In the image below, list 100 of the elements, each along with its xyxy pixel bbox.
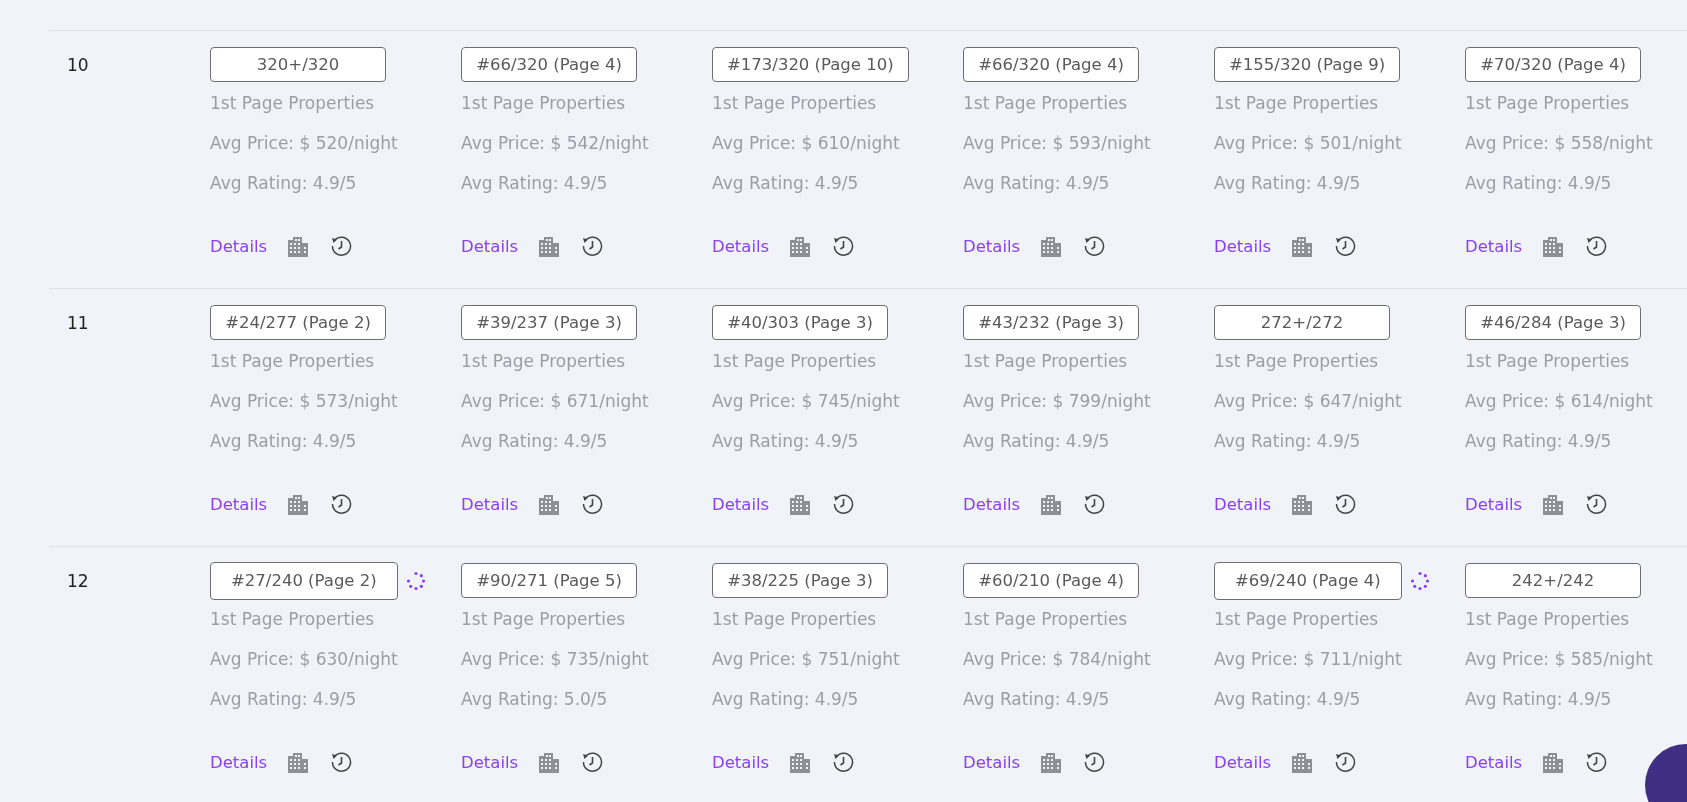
rank-badge: #27/240 (Page 2) [210,561,398,600]
avg-price: Avg Price: $ 520/night [210,132,399,155]
history-icon[interactable] [329,234,354,258]
history-icon[interactable] [1333,492,1358,516]
details-link[interactable]: Details [1465,494,1523,514]
avg-rating: Avg Rating: 4.9/5 [712,430,860,453]
avg-rating: Avg Rating: 4.9/5 [963,430,1111,453]
details-link[interactable]: Details [1214,752,1272,772]
history-icon[interactable] [580,234,605,258]
avg-rating: Avg Rating: 4.9/5 [1214,688,1362,711]
first-page-label: 1st Page Properties [1214,92,1380,115]
rank-badge: #155/320 (Page 9) [1214,47,1401,82]
details-link[interactable]: Details [963,752,1021,772]
avg-price: Avg Price: $ 735/night [461,648,650,671]
rank-badge: #24/277 (Page 2) [210,305,386,340]
rank-badge: #70/320 (Page 4) [1465,47,1641,82]
avg-rating: Avg Rating: 4.9/5 [210,172,358,195]
rank-badge: #43/232 (Page 3) [963,305,1139,340]
first-page-label: 1st Page Properties [210,92,376,115]
first-page-label: 1st Page Properties [461,608,627,631]
rank-badge: #66/320 (Page 4) [461,47,637,82]
avg-rating: Avg Rating: 4.9/5 [1214,172,1362,195]
avg-rating: Avg Rating: 4.9/5 [461,172,609,195]
rank-badge: 242+/242 [1465,563,1641,598]
avg-price: Avg Price: $ 630/night [210,648,399,671]
avg-rating: Avg Rating: 4.9/5 [712,688,860,711]
details-link[interactable]: Details [1214,494,1272,514]
details-link[interactable]: Details [461,494,519,514]
details-link[interactable]: Details [461,236,519,256]
avg-rating: Avg Rating: 5.0/5 [461,688,609,711]
avg-price: Avg Price: $ 501/night [1214,132,1403,155]
details-link[interactable]: Details [963,494,1021,514]
first-page-label: 1st Page Properties [712,92,878,115]
history-icon[interactable] [831,234,856,258]
avg-price: Avg Price: $ 745/night [712,390,901,413]
rank-badge: #40/303 (Page 3) [712,305,888,340]
avg-rating: Avg Rating: 4.9/5 [1465,430,1613,453]
avg-price: Avg Price: $ 799/night [963,390,1152,413]
avg-price: Avg Price: $ 751/night [712,648,901,671]
details-link[interactable]: Details [1214,236,1272,256]
avg-price: Avg Price: $ 585/night [1465,648,1654,671]
details-link[interactable]: Details [210,494,268,514]
details-link[interactable]: Details [963,236,1021,256]
history-icon[interactable] [1333,234,1358,258]
avg-price: Avg Price: $ 542/night [461,132,650,155]
first-page-label: 1st Page Properties [963,608,1129,631]
history-icon[interactable] [329,492,354,516]
history-icon[interactable] [580,492,605,516]
history-icon[interactable] [831,750,856,774]
history-icon[interactable] [1584,750,1609,774]
avg-price: Avg Price: $ 647/night [1214,390,1403,413]
history-icon[interactable] [1082,750,1107,774]
avg-price: Avg Price: $ 671/night [461,390,650,413]
rank-badge: #66/320 (Page 4) [963,47,1139,82]
avg-rating: Avg Rating: 4.9/5 [1465,688,1613,711]
history-icon[interactable] [1082,234,1107,258]
details-link[interactable]: Details [712,752,770,772]
rank-badge: #39/237 (Page 3) [461,305,637,340]
avg-price: Avg Price: $ 711/night [1214,648,1403,671]
details-link[interactable]: Details [210,752,268,772]
avg-rating: Avg Rating: 4.9/5 [963,688,1111,711]
first-page-label: 1st Page Properties [210,608,376,631]
details-link[interactable]: Details [1465,236,1523,256]
rank-badge: #173/320 (Page 10) [712,47,909,82]
row-number: 10 [66,54,90,75]
first-page-label: 1st Page Properties [712,350,878,373]
history-icon[interactable] [1333,750,1358,774]
details-link[interactable]: Details [712,236,770,256]
loading-spinner-icon [405,570,426,591]
history-icon[interactable] [1584,492,1609,516]
details-link[interactable]: Details [461,752,519,772]
row-number: 11 [66,312,90,333]
rank-badge: #90/271 (Page 5) [461,563,637,598]
rank-badge: #69/240 (Page 4) [1214,561,1402,600]
history-icon[interactable] [831,492,856,516]
rank-badge: #46/284 (Page 3) [1465,305,1641,340]
history-icon[interactable] [580,750,605,774]
rank-badge: #60/210 (Page 4) [963,563,1139,598]
avg-price: Avg Price: $ 784/night [963,648,1152,671]
avg-rating: Avg Rating: 4.9/5 [461,430,609,453]
details-link[interactable]: Details [1465,752,1523,772]
rank-badge: #38/225 (Page 3) [712,563,888,598]
first-page-label: 1st Page Properties [1465,608,1631,631]
rank-badge: 272+/272 [1214,305,1390,340]
avg-rating: Avg Rating: 4.9/5 [712,172,860,195]
rank-badge: 320+/320 [210,47,386,82]
loading-spinner-icon [1409,570,1430,591]
first-page-label: 1st Page Properties [1465,92,1631,115]
avg-rating: Avg Rating: 4.9/5 [210,688,358,711]
first-page-label: 1st Page Properties [712,608,878,631]
avg-price: Avg Price: $ 614/night [1465,390,1654,413]
details-link[interactable]: Details [210,236,268,256]
avg-price: Avg Price: $ 558/night [1465,132,1654,155]
history-icon[interactable] [1082,492,1107,516]
avg-price: Avg Price: $ 610/night [712,132,901,155]
first-page-label: 1st Page Properties [461,92,627,115]
history-icon[interactable] [1584,234,1609,258]
details-link[interactable]: Details [712,494,770,514]
first-page-label: 1st Page Properties [1465,350,1631,373]
history-icon[interactable] [329,750,354,774]
